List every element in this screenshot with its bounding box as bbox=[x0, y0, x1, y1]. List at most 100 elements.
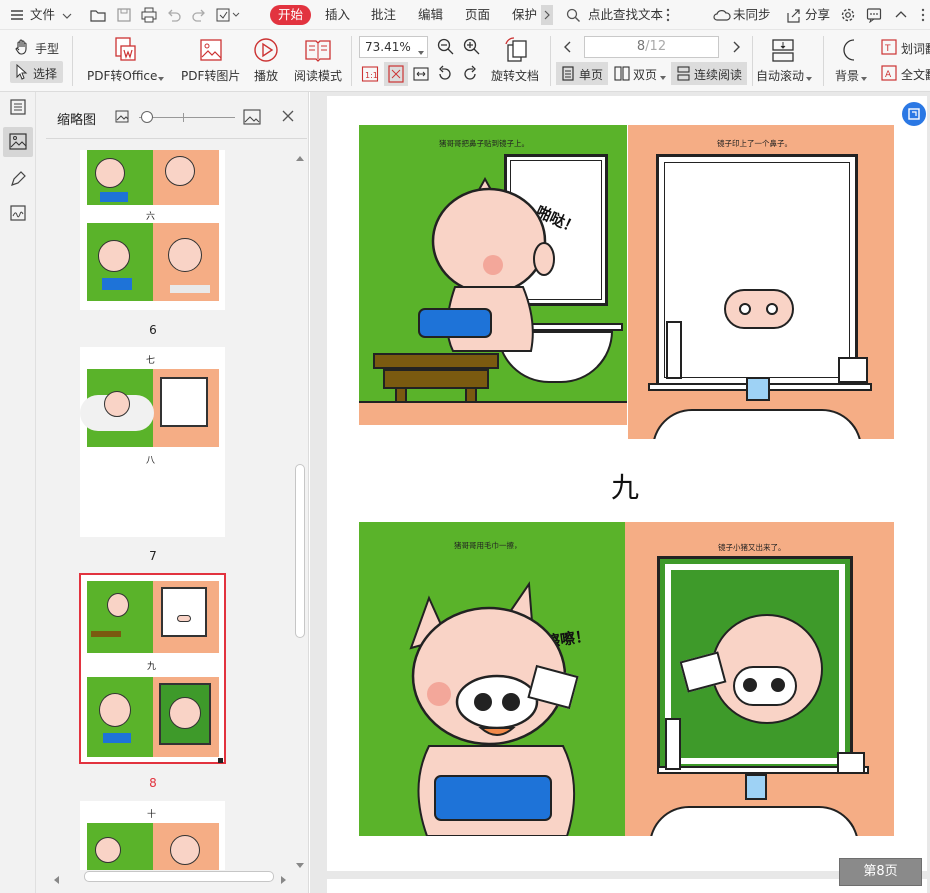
pdf-to-image-button[interactable]: PDF转图片 bbox=[181, 67, 240, 84]
thumbnail-h-scrollbar-thumb[interactable] bbox=[84, 871, 274, 882]
rotate-right-icon[interactable] bbox=[461, 65, 479, 83]
double-page-icon[interactable] bbox=[614, 66, 630, 81]
small-image-icon[interactable] bbox=[115, 110, 129, 123]
zoom-select[interactable]: 73.41% bbox=[359, 36, 428, 58]
fit-page-icon[interactable] bbox=[384, 62, 408, 86]
signature-icon[interactable] bbox=[9, 204, 27, 222]
illustration-panel-1-left: 猪哥哥把鼻子贴到镜子上。 啪哒！ bbox=[359, 125, 627, 425]
page-number-input[interactable]: 8/12 bbox=[584, 36, 719, 58]
select-tool-label: 选择 bbox=[33, 67, 58, 81]
read-mode-button[interactable]: 阅读模式 bbox=[294, 67, 342, 84]
zoom-out-icon[interactable] bbox=[437, 38, 455, 56]
save-icon[interactable] bbox=[116, 7, 132, 23]
thumbnail-size-slider[interactable] bbox=[139, 117, 235, 118]
more-tabs-chevron-icon[interactable] bbox=[541, 5, 553, 25]
thumbnail-page-6[interactable]: 六 bbox=[80, 150, 225, 310]
annotation-pen-icon[interactable] bbox=[9, 170, 27, 188]
zoom-dropdown-icon[interactable] bbox=[418, 45, 424, 55]
search-icon[interactable] bbox=[566, 8, 581, 23]
custom-toolbar-icon[interactable] bbox=[216, 7, 240, 23]
cloud-sync-icon[interactable] bbox=[713, 8, 731, 22]
share-icon[interactable] bbox=[786, 8, 801, 23]
actual-size-icon[interactable]: 1:1 bbox=[361, 65, 379, 83]
document-page: 猪哥哥把鼻子贴到镜子上。 啪哒！ 镜子印上了一个鼻子。 九 猪哥哥用毛巾一擦， … bbox=[327, 96, 927, 871]
thumbnail-page-8-selected[interactable]: 九 bbox=[79, 573, 226, 764]
zoom-value: 73.41% bbox=[365, 40, 411, 54]
thumbnail-scrollbar-thumb[interactable] bbox=[295, 464, 305, 638]
pdf-to-image-icon[interactable] bbox=[198, 36, 224, 64]
next-page-icon[interactable] bbox=[730, 40, 742, 54]
rotate-document-button[interactable]: 旋转文档 bbox=[491, 67, 539, 84]
play-button[interactable]: 播放 bbox=[254, 67, 278, 84]
svg-text:1:1: 1:1 bbox=[365, 71, 378, 80]
dropdown-caret-icon[interactable] bbox=[806, 71, 812, 81]
thumbnail-subchapter-label: 八 bbox=[146, 456, 156, 466]
scroll-up-arrow-icon[interactable] bbox=[296, 152, 304, 161]
print-icon[interactable] bbox=[141, 7, 157, 23]
tab-protect[interactable]: 保护 bbox=[512, 0, 537, 30]
document-viewport[interactable]: 猪哥哥把鼻子贴到镜子上。 啪哒！ 镜子印上了一个鼻子。 九 猪哥哥用毛巾一擦， … bbox=[310, 92, 930, 893]
play-icon[interactable] bbox=[253, 36, 279, 64]
hand-tool-icon[interactable] bbox=[14, 39, 32, 55]
fulltext-translate-button[interactable]: 全文翻 bbox=[901, 66, 930, 83]
rotate-document-icon[interactable] bbox=[503, 36, 529, 64]
pdf-to-office-button[interactable]: PDF转Office bbox=[87, 67, 157, 84]
redo-icon[interactable] bbox=[191, 7, 207, 23]
illustration-panel-1-right: 镜子印上了一个鼻子。 bbox=[628, 125, 894, 439]
pdf-to-office-icon[interactable] bbox=[112, 36, 138, 64]
scroll-right-arrow-icon[interactable] bbox=[279, 873, 287, 884]
scroll-down-arrow-icon[interactable] bbox=[296, 858, 304, 868]
thumbnail-page-7[interactable]: 七 八 bbox=[80, 347, 225, 537]
chevron-down-icon[interactable] bbox=[62, 10, 72, 20]
hamburger-menu-icon[interactable] bbox=[10, 8, 24, 22]
message-icon[interactable] bbox=[866, 7, 882, 24]
undo-icon[interactable] bbox=[166, 7, 182, 23]
tab-start[interactable]: 开始 bbox=[270, 5, 312, 25]
continuous-read-label: 连续阅读 bbox=[694, 68, 743, 82]
single-page-button[interactable]: 单页 bbox=[556, 62, 608, 85]
autoscroll-icon[interactable] bbox=[770, 36, 796, 64]
ribbon-toolbar: 手型 选择 PDF转Office PDF转图片 播放 阅读模式 73.41% 1… bbox=[0, 30, 930, 92]
search-text-field[interactable]: 点此查找文本 bbox=[588, 0, 663, 30]
floating-tool-icon[interactable] bbox=[902, 102, 926, 126]
left-icon-rail bbox=[0, 92, 36, 893]
file-menu[interactable]: 文件 bbox=[30, 0, 55, 30]
prev-page-icon[interactable] bbox=[562, 40, 574, 54]
close-panel-icon[interactable] bbox=[282, 110, 294, 122]
outline-list-icon[interactable] bbox=[9, 98, 27, 116]
window-more-icon[interactable] bbox=[918, 8, 928, 22]
thumbnail-panel-icon[interactable] bbox=[3, 127, 33, 157]
large-image-icon[interactable] bbox=[243, 109, 261, 125]
double-page-button[interactable]: 双页 bbox=[633, 66, 657, 83]
autoscroll-button[interactable]: 自动滚动 bbox=[756, 67, 804, 84]
zoom-in-icon[interactable] bbox=[463, 38, 481, 56]
illustration-panel-2-right: 镜子小猪又出来了。 bbox=[625, 522, 894, 836]
background-moon-icon[interactable] bbox=[838, 36, 864, 64]
dropdown-caret-icon[interactable] bbox=[861, 71, 867, 81]
scroll-left-arrow-icon[interactable] bbox=[53, 873, 61, 884]
read-mode-icon[interactable] bbox=[304, 36, 332, 64]
more-vertical-icon[interactable] bbox=[664, 8, 672, 22]
collapse-ribbon-icon[interactable] bbox=[894, 8, 908, 22]
share-button[interactable]: 分享 bbox=[805, 0, 830, 30]
slider-handle[interactable] bbox=[141, 111, 153, 123]
word-translate-icon[interactable]: T bbox=[881, 39, 897, 55]
word-translate-button[interactable]: 划词翻 bbox=[901, 40, 930, 57]
rotate-left-icon[interactable] bbox=[436, 65, 454, 83]
select-tool-button[interactable]: 选择 bbox=[10, 61, 63, 83]
fit-width-icon[interactable] bbox=[412, 65, 430, 83]
sync-status[interactable]: 未同步 bbox=[733, 0, 771, 30]
thumbnail-page-number-selected: 8 bbox=[149, 776, 157, 790]
dropdown-caret-icon[interactable] bbox=[660, 70, 666, 80]
fulltext-translate-icon[interactable]: A bbox=[881, 65, 897, 81]
tab-page[interactable]: 页面 bbox=[465, 0, 490, 30]
continuous-read-button[interactable]: 连续阅读 bbox=[671, 62, 747, 85]
background-button[interactable]: 背景 bbox=[835, 67, 859, 84]
open-folder-icon[interactable] bbox=[90, 7, 106, 23]
settings-gear-icon[interactable] bbox=[840, 7, 856, 23]
tab-insert[interactable]: 插入 bbox=[325, 0, 350, 30]
hand-tool-button[interactable]: 手型 bbox=[35, 40, 59, 57]
dropdown-caret-icon[interactable] bbox=[158, 71, 164, 81]
tab-edit[interactable]: 编辑 bbox=[418, 0, 443, 30]
tab-annotate[interactable]: 批注 bbox=[371, 0, 396, 30]
